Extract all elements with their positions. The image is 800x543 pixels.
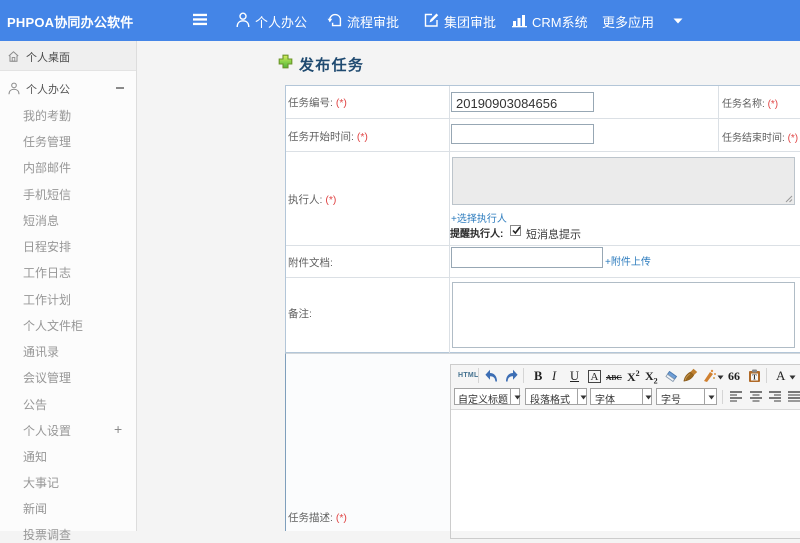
svg-text:T: T [752, 374, 757, 382]
